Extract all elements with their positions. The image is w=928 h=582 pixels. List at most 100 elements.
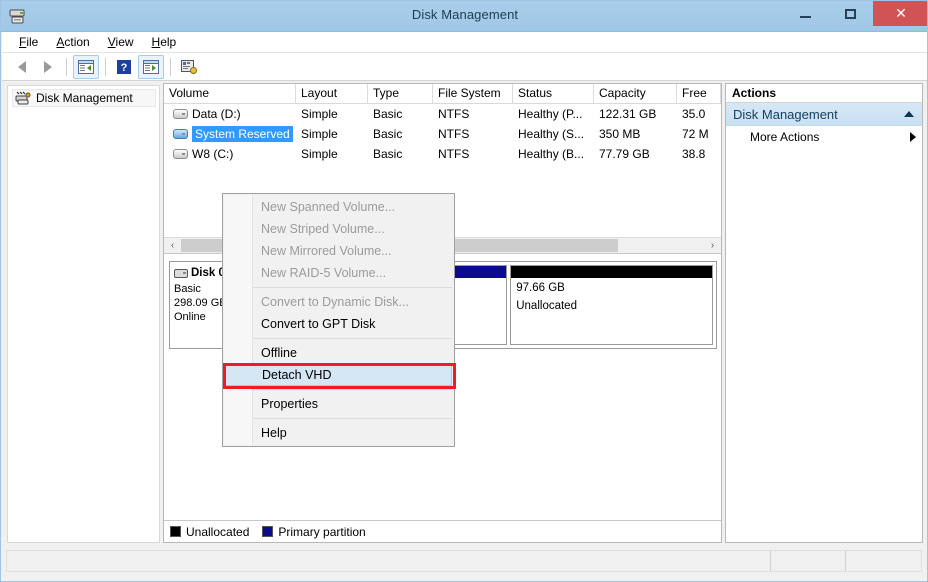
menu-bar: File Action View Help (2, 32, 928, 53)
menu-action[interactable]: Action (47, 33, 98, 51)
partition-color-bar (511, 266, 712, 278)
legend-swatch-primary-partition (262, 526, 273, 537)
back-button[interactable] (10, 56, 34, 78)
column-header-layout[interactable]: Layout (296, 84, 368, 103)
column-header-status[interactable]: Status (513, 84, 594, 103)
cell-layout: Simple (296, 147, 368, 161)
help-button[interactable]: ? (112, 56, 136, 78)
volume-list-body: Data (D:) Simple Basic NTFS Healthy (P..… (164, 104, 721, 164)
toolbar: ? (2, 53, 928, 81)
left-arrow-icon (18, 61, 26, 73)
partition-status: Unallocated (511, 296, 712, 314)
cell-capacity: 122.31 GB (594, 107, 677, 121)
action-pane-icon (143, 60, 159, 74)
status-bar-segment-2 (770, 551, 845, 571)
cell-capacity: 77.79 GB (594, 147, 677, 161)
actions-pane: Actions Disk Management More Actions (725, 83, 923, 543)
toolbar-separator (170, 58, 171, 76)
legend-swatch-unallocated (170, 526, 181, 537)
disk-legend: Unallocated Primary partition (164, 520, 721, 542)
table-row[interactable]: W8 (C:) Simple Basic NTFS Healthy (B... … (164, 144, 721, 164)
menu-separator (253, 338, 452, 339)
cell-volume: W8 (C:) (164, 147, 296, 161)
menu-item-offline[interactable]: Offline (223, 342, 454, 364)
disk-name: Disk 0 (191, 266, 225, 280)
show-hide-console-tree-button[interactable] (73, 55, 99, 79)
rescan-disks-icon (181, 60, 197, 74)
show-hide-action-pane-button[interactable] (138, 55, 164, 79)
menu-separator (253, 418, 452, 419)
cell-capacity: 350 MB (594, 127, 677, 141)
cell-file-system: NTFS (433, 107, 513, 121)
disk-management-icon (15, 91, 31, 105)
svg-text:?: ? (121, 62, 128, 74)
column-header-file-system[interactable]: File System (433, 84, 513, 103)
drive-icon (173, 109, 188, 119)
table-row[interactable]: System Reserved Simple Basic NTFS Health… (164, 124, 721, 144)
scroll-left-button[interactable]: ‹ (164, 238, 181, 253)
column-header-capacity[interactable]: Capacity (594, 84, 677, 103)
menu-item-new-striped-volume[interactable]: New Striped Volume... (223, 218, 454, 240)
actions-pane-header: Actions (726, 84, 922, 103)
cell-free: 72 M (677, 127, 721, 141)
cell-free: 35.0 (677, 107, 721, 121)
cell-free: 38.8 (677, 147, 721, 161)
status-bar-segment-3 (845, 551, 921, 571)
menu-item-new-raid5-volume[interactable]: New RAID-5 Volume... (223, 262, 454, 284)
cell-type: Basic (368, 147, 433, 161)
toolbar-separator (66, 58, 67, 76)
refresh-button[interactable] (177, 56, 201, 78)
minimize-button[interactable] (783, 1, 828, 26)
volume-list-header: Volume Layout Type File System Status Ca… (164, 84, 721, 104)
disk-management-window: Disk Management ✕ File Action View Help (0, 0, 928, 582)
actions-group-disk-management[interactable]: Disk Management (726, 103, 922, 126)
table-row[interactable]: Data (D:) Simple Basic NTFS Healthy (P..… (164, 104, 721, 124)
cell-layout: Simple (296, 127, 368, 141)
cell-volume: Data (D:) (164, 107, 296, 121)
column-header-free[interactable]: Free (677, 84, 721, 103)
context-menu: New Spanned Volume... New Striped Volume… (222, 193, 455, 447)
drive-icon (173, 129, 188, 139)
status-bar (6, 550, 922, 572)
menu-item-properties[interactable]: Properties (223, 393, 454, 415)
volume-label-selected: System Reserved (192, 126, 293, 142)
cell-volume: System Reserved (164, 126, 296, 142)
maximize-button[interactable] (828, 1, 873, 26)
actions-group-label: Disk Management (733, 107, 904, 122)
menu-item-detach-vhd[interactable]: Detach VHD (225, 364, 452, 386)
column-header-volume[interactable]: Volume (164, 84, 296, 103)
legend-label-primary-partition: Primary partition (278, 525, 365, 539)
menu-item-new-mirrored-volume[interactable]: New Mirrored Volume... (223, 240, 454, 262)
menu-item-new-spanned-volume[interactable]: New Spanned Volume... (223, 196, 454, 218)
column-header-type[interactable]: Type (368, 84, 433, 103)
console-tree-pane: Disk Management (7, 85, 160, 543)
partition-size-fs: 97.66 GB (511, 278, 712, 296)
forward-button[interactable] (36, 56, 60, 78)
scroll-right-button[interactable]: › (704, 238, 721, 253)
maximize-icon (828, 1, 873, 26)
legend-label-unallocated: Unallocated (186, 525, 249, 539)
menu-help[interactable]: Help (143, 33, 186, 51)
menu-item-convert-to-gpt-disk[interactable]: Convert to GPT Disk (223, 313, 454, 335)
partition-unallocated[interactable]: 97.66 GB Unallocated (510, 265, 713, 345)
menu-item-convert-to-dynamic-disk[interactable]: Convert to Dynamic Disk... (223, 291, 454, 313)
menu-item-help[interactable]: Help (223, 422, 454, 444)
close-button[interactable]: ✕ (873, 1, 928, 26)
status-bar-message (7, 551, 770, 571)
menu-separator (253, 389, 452, 390)
actions-item-more-actions[interactable]: More Actions (726, 126, 922, 148)
toolbar-separator (105, 58, 106, 76)
sidebar-item-disk-management[interactable]: Disk Management (12, 89, 156, 107)
cell-type: Basic (368, 127, 433, 141)
menu-view[interactable]: View (99, 33, 143, 51)
drive-icon (173, 149, 188, 159)
submenu-caret-icon (910, 132, 916, 142)
actions-item-label: More Actions (750, 130, 910, 144)
collapse-caret-icon[interactable] (904, 111, 914, 117)
disk-icon (174, 269, 188, 278)
cell-file-system: NTFS (433, 147, 513, 161)
console-tree-icon (78, 60, 94, 74)
right-arrow-icon (44, 61, 52, 73)
menu-file[interactable]: File (10, 33, 47, 51)
sidebar-item-label: Disk Management (36, 91, 133, 105)
